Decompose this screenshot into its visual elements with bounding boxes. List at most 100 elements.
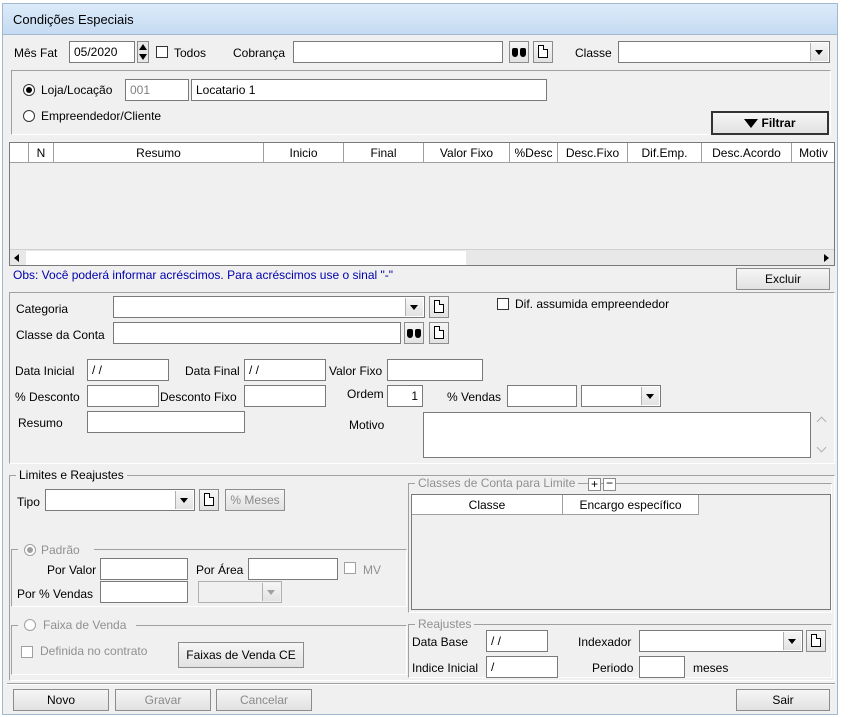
footer-separator <box>7 683 835 685</box>
sair-button[interactable]: Sair <box>736 689 830 711</box>
grid-header-valor-fixo[interactable]: Valor Fixo <box>424 143 510 163</box>
resumo-input[interactable] <box>87 411 245 433</box>
faixa-radio[interactable] <box>24 619 36 631</box>
mes-fat-spinner[interactable] <box>137 41 149 63</box>
classes-header-classe[interactable]: Classe <box>412 495 563 515</box>
todos-checkbox[interactable] <box>156 46 168 58</box>
por-valor-input[interactable] <box>100 558 188 580</box>
binoculars-icon <box>512 46 527 58</box>
spin-up-icon[interactable] <box>139 44 147 50</box>
tipo-select[interactable] <box>45 489 195 511</box>
remove-class-button[interactable]: − <box>603 477 616 491</box>
vendas-input[interactable] <box>507 385 577 407</box>
classe-conta-new-button[interactable] <box>429 322 449 344</box>
todos-label: Todos <box>174 46 207 60</box>
classes-title: Classes de Conta para Limite <box>415 476 579 490</box>
por-vendas-input[interactable] <box>100 581 188 603</box>
tipo-label: Tipo <box>17 495 40 509</box>
vendas-select[interactable] <box>581 385 661 407</box>
window-title: Condições Especiais <box>13 12 134 27</box>
cobranca-input[interactable] <box>293 41 503 63</box>
desconto-input[interactable] <box>87 385 159 407</box>
data-final-input[interactable]: / / <box>244 359 326 381</box>
categoria-select[interactable] <box>113 296 425 318</box>
chevron-down-icon[interactable] <box>783 632 801 650</box>
classe-select[interactable] <box>618 41 830 63</box>
classes-grid[interactable]: Classe Encargo específico <box>411 494 831 610</box>
desconto-fixo-input[interactable] <box>244 385 326 407</box>
por-area-input[interactable] <box>248 558 338 580</box>
valor-fixo-input[interactable] <box>387 359 483 381</box>
loja-label: Loja/Locação <box>41 83 113 97</box>
indexador-select[interactable] <box>639 630 803 652</box>
por-vendas-label: Por % Vendas <box>17 587 94 601</box>
motivo-label: Motivo <box>349 418 385 432</box>
data-inicial-input[interactable]: / / <box>87 359 169 381</box>
grid-header-desc-acordo[interactable]: Desc.Acordo <box>702 143 792 163</box>
dif-assumida-checkbox[interactable] <box>497 298 509 310</box>
grid-header-desc-pct[interactable]: %Desc <box>510 143 558 163</box>
meses-suffix-label: meses <box>693 661 729 675</box>
classe-conta-input[interactable] <box>113 322 401 344</box>
periodo-input[interactable] <box>639 656 685 678</box>
grid-header-resumo[interactable]: Resumo <box>54 143 264 163</box>
gravar-button[interactable]: Gravar <box>115 689 211 711</box>
filtrar-button[interactable]: Filtrar <box>711 111 829 135</box>
cobranca-new-button[interactable] <box>533 41 553 63</box>
scroll-left-icon[interactable] <box>14 254 19 262</box>
chevron-down-icon[interactable] <box>810 43 828 61</box>
spin-down-icon[interactable] <box>139 54 147 60</box>
cancelar-button[interactable]: Cancelar <box>216 689 312 711</box>
scroll-right-icon[interactable] <box>824 254 829 262</box>
title-bar: Condições Especiais <box>3 4 837 35</box>
dif-assumida-label: Dif. assumida empreendedor <box>515 297 670 311</box>
definida-checkbox[interactable] <box>21 646 33 658</box>
resumo-label: Resumo <box>18 416 63 430</box>
new-document-icon <box>434 326 444 339</box>
grid-header-desc-fixo[interactable]: Desc.Fixo <box>558 143 628 163</box>
indice-inicial-input[interactable]: / <box>486 656 558 678</box>
categoria-new-button[interactable] <box>429 296 449 318</box>
scroll-up-icon[interactable] <box>816 416 827 427</box>
add-class-button[interactable]: + <box>588 478 601 491</box>
loja-code-input[interactable]: 001 <box>125 79 189 101</box>
indexador-new-button[interactable] <box>806 630 826 652</box>
grid-header-final[interactable]: Final <box>344 143 424 163</box>
chevron-down-icon[interactable] <box>405 298 423 316</box>
ordem-input[interactable]: 1 <box>387 385 423 407</box>
filter-icon <box>744 119 759 129</box>
novo-button[interactable]: Novo <box>13 689 109 711</box>
loja-name-input[interactable]: Locatario 1 <box>191 79 547 101</box>
loja-radio[interactable] <box>23 84 35 96</box>
chevron-down-icon[interactable] <box>175 491 193 509</box>
mv-checkbox[interactable] <box>344 562 356 574</box>
grid-header-motivo[interactable]: Motiv <box>792 143 834 163</box>
empreendedor-radio[interactable] <box>23 110 35 122</box>
new-document-icon <box>811 634 821 647</box>
padrao-radio[interactable] <box>24 544 36 556</box>
grid-header-n[interactable]: N <box>29 143 54 163</box>
faixas-venda-button[interactable]: Faixas de Venda CE <box>178 642 304 668</box>
grid-scroll-thumb[interactable] <box>26 251 466 265</box>
classe-conta-search-button[interactable] <box>404 322 424 344</box>
data-base-input[interactable]: / / <box>486 630 548 652</box>
cobranca-search-button[interactable] <box>509 41 529 63</box>
grid-horizontal-scrollbar[interactable] <box>10 249 834 265</box>
tipo-new-button[interactable] <box>199 489 219 511</box>
conditions-grid[interactable]: N Resumo Inicio Final Valor Fixo %Desc D… <box>9 142 835 266</box>
ordem-label: Ordem <box>347 387 384 401</box>
mes-fat-input[interactable]: 05/2020 <box>69 41 135 63</box>
por-vendas-select[interactable] <box>198 581 282 603</box>
grid-header-dif-emp[interactable]: Dif.Emp. <box>628 143 702 163</box>
data-final-label: Data Final <box>185 364 240 378</box>
meses-button[interactable]: % Meses <box>225 489 285 511</box>
grid-header-inicio[interactable]: Inicio <box>264 143 344 163</box>
motivo-scrollbar[interactable] <box>815 412 829 458</box>
motivo-textarea[interactable] <box>423 412 811 458</box>
classes-header-encargo[interactable]: Encargo específico <box>563 495 699 515</box>
obs-text: Obs: Você poderá informar acréscimos. Pa… <box>13 268 394 282</box>
excluir-button[interactable]: Excluir <box>736 268 830 290</box>
chevron-down-icon[interactable] <box>641 387 659 405</box>
chevron-down-icon[interactable] <box>262 583 280 601</box>
scroll-down-icon[interactable] <box>816 442 827 453</box>
